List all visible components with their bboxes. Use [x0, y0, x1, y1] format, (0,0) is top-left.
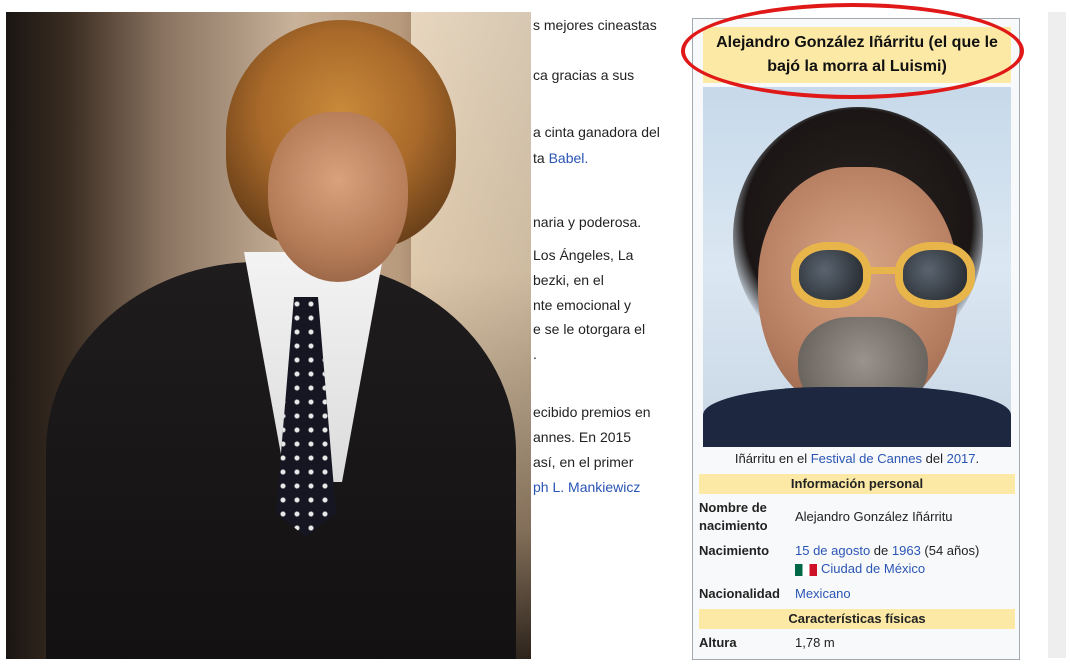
man-face [268, 112, 408, 282]
height-label: Altura [699, 635, 737, 650]
birth-name-value: Alejandro González Iñárritu [795, 509, 953, 524]
sunglasses-left-lens [791, 242, 871, 308]
section-header-physical: Características físicas [699, 609, 1015, 629]
portrait-photo [703, 87, 1011, 447]
babel-link[interactable]: Babel. [549, 150, 589, 166]
cannes-link[interactable]: Festival de Cannes [811, 451, 922, 466]
nationality-label: Nacionalidad [699, 586, 780, 601]
row-birth: Nacimiento 15 de agosto de 1963 (54 años… [699, 542, 1015, 582]
birth-date-link[interactable]: 15 de agosto [795, 543, 870, 558]
article-line: bezki, en el [533, 272, 604, 288]
article-line: Los Ángeles, La [533, 247, 634, 263]
article-text: s mejores cineastas ca gracias a sus a c… [531, 0, 691, 666]
article-line: s mejores cineastas [533, 17, 657, 33]
mankiewicz-link[interactable]: ph L. Mankiewicz [533, 478, 640, 496]
birth-label: Nacimiento [699, 543, 770, 558]
infobox-title: Alejandro González Iñárritu (el que le b… [703, 27, 1011, 83]
row-nationality: Nacionalidad Mexicano [699, 585, 1015, 605]
article-line: así, en el primer [533, 454, 634, 470]
infobox: Alejandro González Iñárritu (el que le b… [692, 18, 1020, 660]
article-line-babel: ta Babel. [533, 150, 589, 166]
article-line: . [533, 346, 537, 362]
scrollbar-strip [1048, 12, 1066, 658]
article-line: a cinta ganadora del [533, 124, 660, 140]
year-2017-link[interactable]: 2017 [947, 451, 976, 466]
birth-name-label: Nombre de nacimiento [699, 500, 768, 533]
birth-year-link[interactable]: 1963 [892, 543, 921, 558]
article-line: ca gracias a sus [533, 67, 635, 83]
article-line: naria y poderosa. [533, 214, 642, 230]
birth-place-link[interactable]: Ciudad de México [821, 561, 925, 576]
left-photo [6, 12, 531, 659]
birth-value: 15 de agosto de 1963 (54 años) Ciudad de… [795, 543, 980, 576]
article-line: annes. En 2015 [533, 429, 632, 445]
row-height: Altura 1,78 m [699, 634, 1015, 654]
row-birth-name: Nombre de nacimiento Alejandro González … [699, 499, 1015, 535]
article-line: ecibido premios en [533, 404, 651, 420]
mexico-flag-icon [795, 563, 817, 576]
section-header-personal: Información personal [699, 474, 1015, 494]
sunglasses-right-lens [895, 242, 975, 308]
height-value: 1,78 m [795, 635, 835, 650]
nationality-link[interactable]: Mexicano [795, 585, 851, 603]
dark-shirt [703, 387, 1011, 447]
photo-caption: Iñárritu en el Festival de Cannes del 20… [734, 451, 980, 466]
article-line: nte emocional y [533, 297, 632, 313]
article-line: e se le otorgara el [533, 321, 646, 337]
